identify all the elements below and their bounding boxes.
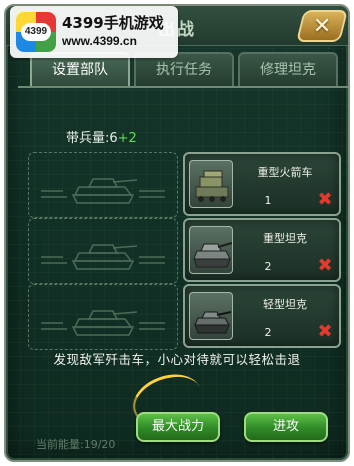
max-power-button[interactable]: 最大战力 (136, 412, 220, 442)
rocket-truck-icon (189, 160, 233, 208)
energy-readout: 当前能量:19/20 (36, 438, 116, 451)
tab-repair-tanks[interactable]: 修理坦克 (238, 52, 338, 86)
unit-card-rocket-truck[interactable]: 重型火箭车 1 ✖ (183, 152, 341, 216)
logo-icon: 4399 (16, 12, 56, 52)
dialog-window: 出战 ✕ 设置部队 执行任务 修理坦克 带兵量:6+2 (4, 4, 350, 462)
tank-silhouette-icon (41, 178, 165, 204)
troop-capacity: 带兵量:6+2 (66, 127, 137, 146)
remove-icon[interactable]: ✖ (317, 323, 333, 341)
troop-capacity-bonus: +2 (117, 131, 137, 146)
unit-card-light-tank[interactable]: 轻型坦克 2 ✖ (183, 284, 341, 348)
unit-card-heavy-tank[interactable]: 重型坦克 2 ✖ (183, 218, 341, 282)
unit-count: 2 (264, 260, 272, 273)
remove-icon[interactable]: ✖ (317, 191, 333, 209)
logo-badge: 4399 (21, 23, 51, 41)
battle-hint: 发现敌军歼击车，小心对待就可以轻松击退 (53, 352, 301, 367)
watermark-logo: 4399 4399手机游戏 www.4399.cn (10, 6, 178, 58)
unit-name: 重型火箭车 (257, 166, 313, 179)
troop-capacity-label: 带兵量:6 (66, 131, 118, 146)
close-button[interactable]: ✕ (296, 10, 348, 42)
attack-button[interactable]: 进攻 (244, 412, 328, 442)
heavy-tank-icon (189, 226, 233, 274)
unit-name: 重型坦克 (263, 232, 307, 245)
unit-count: 2 (264, 326, 272, 339)
formation-slot-3[interactable] (28, 284, 178, 350)
tab-divider (18, 86, 348, 88)
logo-url: www.4399.cn (62, 34, 137, 48)
remove-icon[interactable]: ✖ (317, 257, 333, 275)
unit-count: 1 (264, 194, 272, 207)
tank-silhouette-icon (41, 310, 165, 336)
formation-slot-2[interactable] (28, 218, 178, 284)
tank-silhouette-icon (41, 244, 165, 270)
logo-title: 4399手机游戏 (62, 14, 164, 32)
close-icon: ✕ (312, 13, 332, 39)
light-tank-icon (189, 292, 233, 340)
formation-slot-1[interactable] (28, 152, 178, 218)
unit-name: 轻型坦克 (263, 298, 307, 311)
